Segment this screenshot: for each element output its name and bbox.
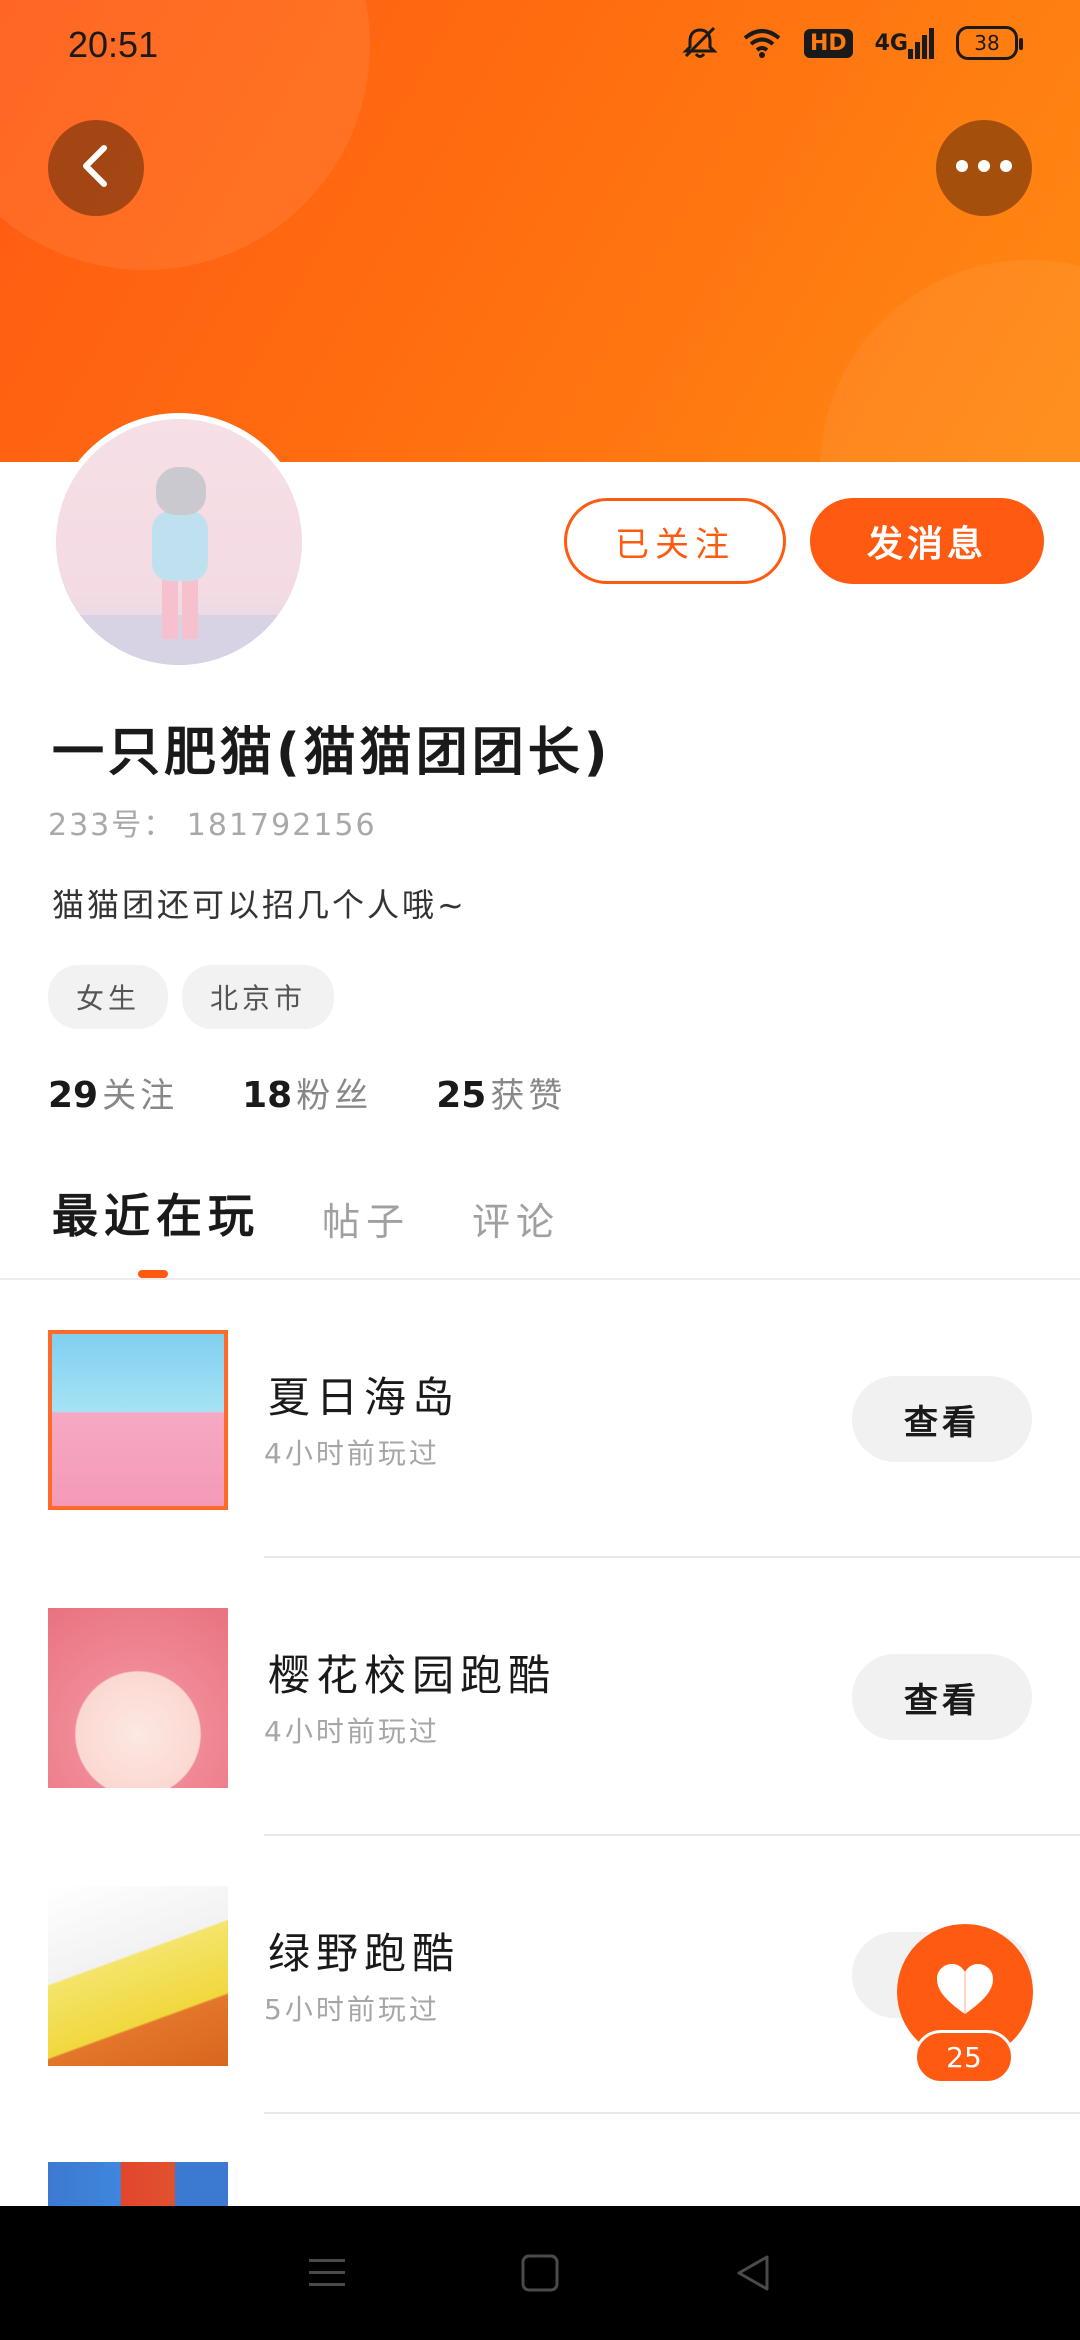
menu-icon[interactable] bbox=[297, 2243, 357, 2303]
stat-following[interactable]: 29 关注 bbox=[48, 1068, 178, 1117]
stat-following-label: 关注 bbox=[102, 1076, 179, 1116]
stat-likes: 25 获赞 bbox=[436, 1068, 566, 1117]
profile-tabs: 最近在玩 帖子 评论 bbox=[52, 1180, 560, 1246]
banner-decoration bbox=[820, 260, 1080, 462]
heart-icon bbox=[935, 1962, 995, 2022]
tabs-divider bbox=[0, 1278, 1080, 1280]
user-id: 233号： 181792156 bbox=[48, 808, 377, 843]
game-title: 绿野跑酷 bbox=[268, 1929, 461, 1978]
more-dots-icon bbox=[954, 158, 1014, 178]
tab-recently-played[interactable]: 最近在玩 bbox=[52, 1180, 260, 1246]
game-title: 夏日海岛 bbox=[268, 1373, 461, 1422]
system-navigation-bar bbox=[0, 2206, 1080, 2340]
avatar-image bbox=[56, 419, 302, 665]
item-divider bbox=[264, 1556, 1080, 1558]
view-button[interactable]: 查看 bbox=[852, 1376, 1032, 1462]
view-button[interactable]: 查看 bbox=[852, 1654, 1032, 1740]
user-nickname: 一只肥猫(猫猫团团长) bbox=[52, 723, 612, 783]
avatar[interactable] bbox=[50, 413, 308, 671]
more-button[interactable] bbox=[936, 120, 1032, 216]
profile-tags: 女生 北京市 bbox=[48, 965, 335, 1029]
stat-followers-label: 粉丝 bbox=[296, 1076, 373, 1116]
home-square-icon[interactable] bbox=[510, 2243, 570, 2303]
stat-followers[interactable]: 18 粉丝 bbox=[242, 1068, 372, 1117]
stat-likes-count: 25 bbox=[436, 1075, 487, 1116]
followed-button[interactable]: 已关注 bbox=[564, 498, 786, 584]
list-item[interactable]: 樱花校园跑酷 4小时前玩过 查看 bbox=[0, 1580, 1080, 1858]
tag-gender: 女生 bbox=[48, 965, 169, 1029]
stat-likes-label: 获赞 bbox=[490, 1076, 567, 1116]
game-last-played: 4小时前玩过 bbox=[264, 1437, 440, 1470]
hd-badge: HD bbox=[803, 28, 853, 58]
status-icons: HD 4G 38 bbox=[680, 26, 1023, 60]
stat-followers-count: 18 bbox=[242, 1075, 293, 1116]
tab-comments[interactable]: 评论 bbox=[472, 1191, 560, 1246]
item-divider bbox=[264, 2112, 1080, 2114]
game-thumbnail bbox=[48, 1330, 228, 1510]
battery-indicator: 38 bbox=[956, 26, 1023, 60]
tag-location: 北京市 bbox=[182, 965, 335, 1029]
back-button[interactable] bbox=[48, 120, 144, 216]
send-message-button[interactable]: 发消息 bbox=[810, 498, 1044, 584]
game-title: 樱花校园跑酷 bbox=[268, 1651, 557, 1700]
profile-stats: 29 关注 18 粉丝 25 获赞 bbox=[48, 1068, 566, 1117]
item-divider bbox=[264, 1834, 1080, 1836]
game-last-played: 4小时前玩过 bbox=[264, 1715, 440, 1748]
game-thumbnail bbox=[48, 1608, 228, 1788]
game-last-played: 5小时前玩过 bbox=[264, 1993, 440, 2026]
stat-following-count: 29 bbox=[48, 1075, 99, 1116]
status-bar: 20:51 HD 4G 38 bbox=[0, 0, 1080, 96]
game-thumbnail bbox=[48, 1886, 228, 2066]
active-tab-indicator bbox=[138, 1270, 168, 1278]
like-count: 25 bbox=[914, 2030, 1014, 2084]
game-thumbnail bbox=[48, 2162, 228, 2206]
user-bio: 猫猫团还可以招几个人哦~ bbox=[52, 886, 467, 924]
cellular-signal-icon: 4G bbox=[875, 27, 934, 59]
list-item[interactable] bbox=[0, 2136, 1080, 2206]
list-item[interactable]: 夏日海岛 4小时前玩过 查看 bbox=[0, 1302, 1080, 1580]
wifi-icon bbox=[742, 27, 782, 59]
status-time: 20:51 bbox=[68, 24, 159, 65]
back-triangle-icon[interactable] bbox=[723, 2243, 783, 2303]
tab-posts[interactable]: 帖子 bbox=[322, 1191, 410, 1246]
network-type-label: 4G bbox=[874, 30, 908, 56]
chevron-left-icon bbox=[76, 142, 116, 194]
mute-icon bbox=[680, 26, 720, 60]
